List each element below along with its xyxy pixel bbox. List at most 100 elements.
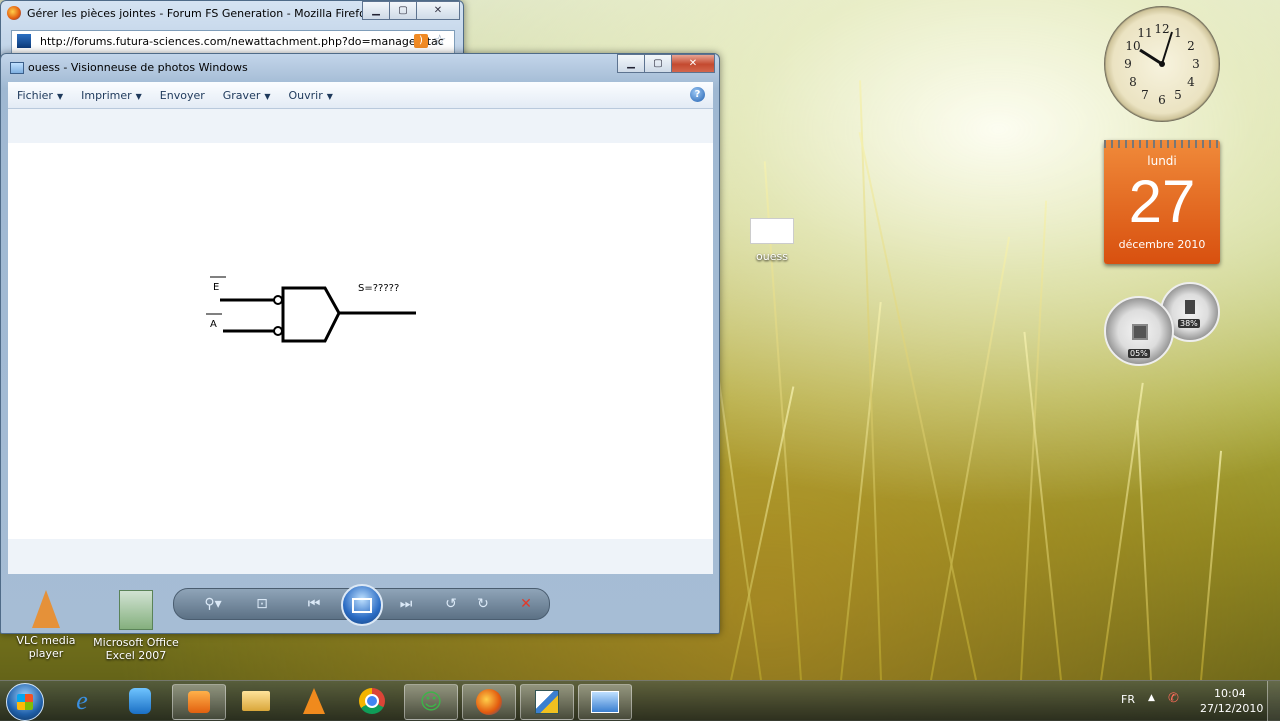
desktop-icon-label: ouess [756,250,788,263]
clock-number-5: 5 [1174,88,1182,102]
clock-number-4: 4 [1187,75,1195,89]
calendar-rings [1104,140,1220,148]
language-indicator[interactable]: FR [1121,693,1135,706]
taskbar-chrome[interactable] [346,684,398,718]
inverter-bubble-bottom [273,326,283,336]
calendar-weekday: lundi [1147,154,1177,168]
firefox-caption-buttons: ▁ ▢ ✕ [362,1,460,20]
firefox-icon [7,6,21,20]
fit-window-icon[interactable]: ⊡ [251,595,273,613]
photo-viewer-caption-buttons: ▁ ▢ ✕ [617,54,715,73]
internet-explorer-icon: e [76,686,88,715]
dropdown-arrow-icon: ▼ [264,91,271,101]
paint-icon [535,690,559,714]
minimize-button[interactable]: ▁ [362,1,390,20]
menu-bar: Fichier ▼ Imprimer ▼ Envoyer Graver ▼ Ouvri… [8,82,713,109]
taskbar: e ☺ FR ▲ ✆ 10:04 27/12/2010 [0,680,1280,721]
desktop-icon-vlc[interactable]: VLC media player [0,590,92,660]
close-button[interactable]: ✕ [671,54,715,73]
taskbar-vlc[interactable] [288,684,340,718]
dropdown-arrow-icon: ▼ [135,91,142,101]
image-area: E A S=????? [8,109,713,574]
folder-icon [242,691,270,711]
desktop-icon-ouess[interactable]: ouess [747,218,797,263]
site-favicon-icon [17,34,31,48]
clock-date[interactable]: 27/12/2010 [1200,702,1263,715]
firefox-title: Gérer les pièces jointes - Forum FS Gene… [27,7,372,20]
vlc-cone-icon [303,688,325,714]
maximize-button[interactable]: ▢ [389,1,417,20]
clock-gadget[interactable]: 12 1 2 3 4 5 6 7 8 9 10 11 [1104,6,1220,122]
minute-hand [1161,31,1173,65]
dropdown-arrow-icon: ▼ [326,91,333,101]
hour-hand [1139,48,1163,66]
photo-viewer-title: ouess - Visionneuse de photos Windows [28,61,248,74]
clock-number-10: 10 [1125,39,1140,53]
previous-icon[interactable]: ⏮ [301,595,327,613]
close-button[interactable]: ✕ [416,1,460,20]
menu-graver[interactable]: Graver ▼ [214,89,280,102]
input-e-label: E [213,282,219,293]
taskbar-internet-explorer[interactable]: e [56,684,108,718]
input-a-label: A [210,319,217,330]
taskbar-firefox[interactable] [462,684,516,720]
taskbar-media-player[interactable] [172,684,226,720]
taskbar-photo-viewer[interactable] [578,684,632,720]
rotate-left-icon[interactable]: ↺ [441,595,461,613]
clock-number-9: 9 [1124,57,1132,71]
inverter-bubble-top [273,295,283,305]
clock-number-1: 1 [1174,26,1182,40]
slideshow-button[interactable] [341,584,383,626]
clock-time[interactable]: 10:04 [1214,687,1246,700]
desktop-icon-label: Microsoft Office Excel 2007 [93,636,179,662]
cpu-percent: 05% [1128,349,1150,358]
desktop-icon-excel[interactable]: Microsoft Office Excel 2007 [92,590,180,662]
desktop-icon-label: VLC media player [16,634,76,660]
gate-body [281,286,341,343]
bookmark-star-icon[interactable]: ☆ [433,31,446,49]
show-desktop-button[interactable] [1267,681,1280,721]
firefox-taskbar-icon [476,689,502,715]
calendar-day: 27 [1128,168,1196,235]
chrome-icon [359,688,385,714]
menu-imprimer[interactable]: Imprimer ▼ [72,89,151,102]
memory-percent: 38% [1178,319,1200,328]
url-text: http://forums.futura-sciences.com/newatt… [40,35,444,48]
zoom-icon[interactable]: ⚲▾ [197,595,229,613]
photo-viewer-window[interactable]: ouess - Visionneuse de photos Windows ▁ … [0,53,720,634]
clock-number-3: 3 [1192,57,1200,71]
delete-icon[interactable]: ✕ [515,595,537,613]
clock-number-7: 7 [1141,88,1149,102]
cpu-gauge: 05% [1104,296,1174,366]
menu-fichier[interactable]: Fichier ▼ [8,89,72,102]
output-label: S=????? [358,283,399,294]
displayed-photo: E A S=????? [8,143,713,539]
taskbar-messenger[interactable]: ☺ [404,684,458,720]
minimize-button[interactable]: ▁ [617,54,645,73]
clock-number-8: 8 [1129,75,1137,89]
clock-center [1159,61,1165,67]
clock-number-11: 11 [1137,26,1152,40]
vlc-icon [32,590,60,628]
maximize-button[interactable]: ▢ [644,54,672,73]
windows-logo-icon [17,694,33,710]
media-player-icon [188,691,210,713]
rotate-right-icon[interactable]: ↻ [473,595,493,613]
show-hidden-icons-icon[interactable]: ▲ [1148,693,1155,703]
address-bar[interactable]: http://forums.futura-sciences.com/newatt… [11,30,455,54]
dropdown-arrow-icon: ▼ [56,91,64,101]
rss-icon[interactable]: ) [414,34,428,48]
calendar-gadget[interactable]: lundi 27 décembre 2010 [1104,140,1220,264]
clock-number-2: 2 [1187,39,1195,53]
taskbar-paint[interactable] [520,684,574,720]
next-icon[interactable]: ⏭ [393,595,419,613]
messenger-icon: ☺ [419,689,443,715]
taskbar-explorer[interactable] [230,684,282,718]
clock-number-6: 6 [1158,93,1166,107]
taskbar-app-blue[interactable] [114,684,166,718]
menu-ouvrir[interactable]: Ouvrir ▼ [280,89,342,102]
start-button[interactable] [6,683,44,721]
network-icon[interactable]: ✆ [1168,691,1179,706]
menu-envoyer[interactable]: Envoyer [151,89,214,102]
help-icon[interactable]: ? [690,87,705,102]
